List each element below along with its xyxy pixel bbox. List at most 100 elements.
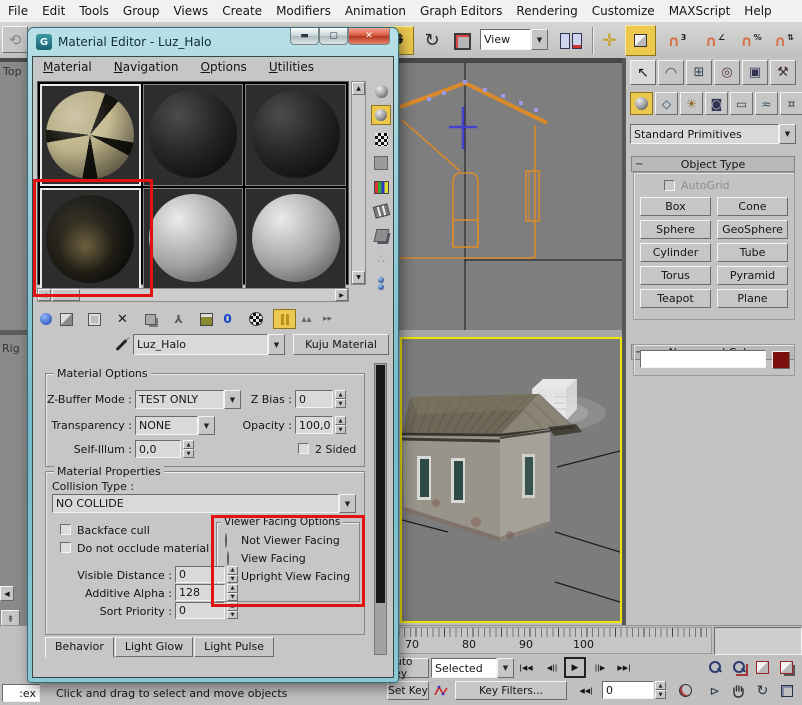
play-button[interactable]: ▶ xyxy=(564,657,586,678)
create-box-button[interactable]: Box xyxy=(640,197,711,216)
collapse-icon[interactable]: − xyxy=(635,159,643,170)
select-and-manipulate-button[interactable]: ✛ xyxy=(597,26,622,55)
make-unique-button[interactable]: Y xyxy=(168,310,189,328)
go-to-end-button[interactable]: ▶▶| xyxy=(614,659,634,677)
category-shapes[interactable]: ◇ xyxy=(655,92,678,115)
close-button[interactable]: ✕ xyxy=(348,28,390,45)
tab-hierarchy[interactable]: ⊞ xyxy=(686,60,712,85)
snaps-toggle-button[interactable] xyxy=(625,25,656,56)
chevron-down-icon[interactable]: ▼ xyxy=(268,334,285,355)
rollout-scrollbar[interactable] xyxy=(374,363,387,655)
me-menu-material[interactable]: Material xyxy=(41,58,94,76)
opacity-spinner[interactable]: ▲▼ xyxy=(335,416,346,434)
frame-spinner[interactable]: ▲▼ xyxy=(655,681,666,699)
chevron-down-icon[interactable]: ▼ xyxy=(224,390,241,409)
object-type-rollout-header[interactable]: − Object Type xyxy=(631,156,795,172)
zoom-extents-button[interactable] xyxy=(752,657,773,677)
primitive-category-dropdown[interactable]: Standard Primitives▼ xyxy=(630,124,796,144)
time-configuration-button[interactable] xyxy=(676,681,694,699)
min-max-toggle-button[interactable] xyxy=(776,681,797,701)
use-pivot-center-button[interactable] xyxy=(556,27,586,54)
two-sided-checkbox[interactable] xyxy=(298,443,309,454)
menu-tools[interactable]: Tools xyxy=(79,4,109,18)
menu-edit[interactable]: Edit xyxy=(42,4,65,18)
rotate-tool-button[interactable]: ↻ xyxy=(418,26,446,55)
create-pyramid-button[interactable]: Pyramid xyxy=(717,266,788,285)
current-frame-field[interactable]: 0 xyxy=(602,681,654,699)
create-teapot-button[interactable]: Teapot xyxy=(640,289,711,308)
category-systems[interactable]: ¤ xyxy=(780,92,802,115)
left-viewport-strip[interactable]: Top Rig ◀ ⇞ xyxy=(0,58,28,631)
scroll-down-icon[interactable]: ▼ xyxy=(352,271,365,284)
create-geosphere-button[interactable]: GeoSphere xyxy=(717,220,788,239)
maximize-button[interactable]: ▢ xyxy=(319,28,348,45)
field-of-view-button[interactable]: ⊳ xyxy=(704,681,725,701)
go-to-parent-button[interactable]: ▴▴ xyxy=(296,310,317,328)
create-torus-button[interactable]: Torus xyxy=(640,266,711,285)
category-lights[interactable]: ☀ xyxy=(680,92,703,115)
angle-snap-button[interactable]: ∩∠ xyxy=(698,26,732,56)
menu-customize[interactable]: Customize xyxy=(592,4,655,18)
rollout-scrollbar-thumb[interactable] xyxy=(376,365,385,603)
select-by-material-button[interactable]: ∴ xyxy=(371,249,391,269)
tab-light-pulse[interactable]: Light Pulse xyxy=(194,637,274,657)
scroll-left-button[interactable]: ◀ xyxy=(0,586,14,601)
sample-slot-1[interactable] xyxy=(40,84,141,186)
scale-tool-button[interactable] xyxy=(449,28,475,54)
create-sphere-button[interactable]: Sphere xyxy=(640,220,711,239)
me-menu-navigation[interactable]: Navigation xyxy=(112,58,181,76)
scroll-left-icon[interactable]: ◀ xyxy=(38,289,51,301)
backlight-button[interactable] xyxy=(371,105,391,125)
sample-slot-5[interactable] xyxy=(143,188,244,290)
visible-distance-spinner[interactable]: ▲▼ xyxy=(227,566,238,583)
make-preview-button[interactable] xyxy=(371,201,391,221)
chevron-down-icon[interactable]: ▼ xyxy=(497,658,514,678)
zoom-button[interactable] xyxy=(704,657,725,677)
show-map-in-viewport-button[interactable] xyxy=(245,310,266,328)
selfillum-spinner[interactable]: ▲▼ xyxy=(183,440,194,458)
tab-create[interactable]: ↖ xyxy=(630,60,656,85)
front-viewport[interactable] xyxy=(398,58,622,330)
transparency-dropdown[interactable]: NONE▼ xyxy=(135,416,215,435)
key-mode-toggle-button[interactable]: ◀◀| xyxy=(576,682,596,699)
next-frame-button[interactable]: ||▶ xyxy=(590,659,610,677)
get-material-button[interactable] xyxy=(35,310,56,328)
options-button[interactable] xyxy=(371,225,391,245)
chevron-down-icon[interactable]: ▼ xyxy=(339,494,356,513)
sample-slot-2[interactable] xyxy=(143,84,244,186)
tab-utilities[interactable]: ⚒ xyxy=(770,60,796,85)
view-facing-radio[interactable] xyxy=(227,551,229,566)
key-filters-button[interactable]: Key Filters... xyxy=(455,681,567,700)
sort-priority-field[interactable]: 0 xyxy=(175,602,225,619)
menu-group[interactable]: Group xyxy=(123,4,160,18)
window-title-bar[interactable]: G Material Editor - Luz_Halo ▬ ▢ ✕ xyxy=(28,28,398,56)
zbuffer-mode-dropdown[interactable]: TEST ONLY▼ xyxy=(135,390,241,409)
category-helpers[interactable]: ▭ xyxy=(730,92,753,115)
create-cone-button[interactable]: Cone xyxy=(717,197,788,216)
assign-material-to-selection-button[interactable] xyxy=(84,310,105,328)
tab-light-glow[interactable]: Light Glow xyxy=(115,637,193,657)
put-to-library-button[interactable] xyxy=(196,310,217,328)
menu-animation[interactable]: Animation xyxy=(345,4,406,18)
sample-uv-tiling-button[interactable] xyxy=(371,153,391,173)
viewport-horizontal-divider[interactable] xyxy=(398,330,622,337)
spinner-snap-button[interactable]: ∩⇅ xyxy=(769,26,799,56)
scroll-right-icon[interactable]: ▶ xyxy=(335,289,348,301)
menu-graph-editors[interactable]: Graph Editors xyxy=(420,4,502,18)
slot-horizontal-scrollbar[interactable]: ◀ ▶ xyxy=(37,288,349,302)
menu-modifiers[interactable]: Modifiers xyxy=(276,4,331,18)
sample-type-button[interactable] xyxy=(371,81,391,101)
menu-help[interactable]: Help xyxy=(744,4,771,18)
tab-behavior[interactable]: Behavior xyxy=(45,637,114,658)
scroll-up-icon[interactable]: ▲ xyxy=(352,82,365,95)
object-name-input[interactable] xyxy=(640,350,766,368)
menu-create[interactable]: Create xyxy=(222,4,262,18)
reset-material-button[interactable]: ✕ xyxy=(112,310,133,328)
set-key-button[interactable]: Set Key xyxy=(387,681,429,700)
material-name-dropdown[interactable]: Luz_Halo▼ xyxy=(133,334,285,355)
key-mode-dropdown[interactable]: Selected▼ xyxy=(431,658,514,678)
percent-snap-button[interactable]: ∩% xyxy=(735,26,767,56)
go-to-start-button[interactable]: |◀◀ xyxy=(516,659,536,677)
do-not-occlude-checkbox[interactable] xyxy=(60,542,71,553)
previous-frame-button[interactable]: ◀|| xyxy=(542,659,562,677)
